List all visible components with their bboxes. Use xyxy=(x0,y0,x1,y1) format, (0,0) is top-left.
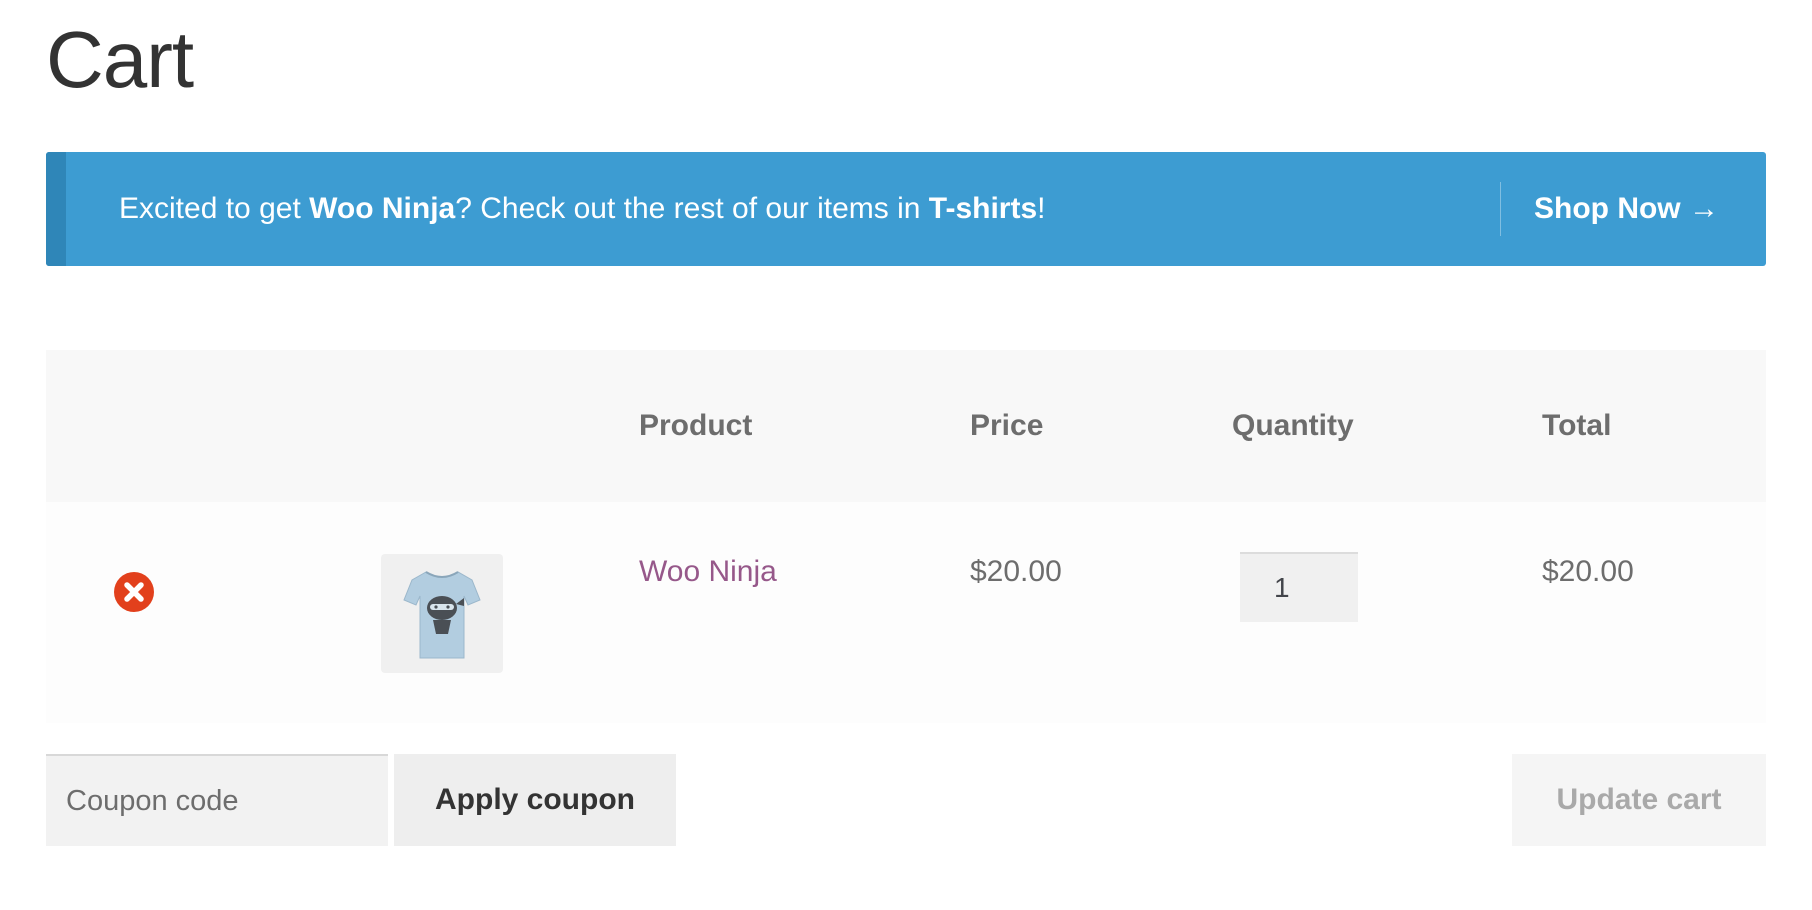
tshirt-image xyxy=(403,571,481,659)
cart-table-header: Product Price Quantity Total xyxy=(46,350,1766,502)
header-total: Total xyxy=(1542,409,1612,442)
remove-x-icon xyxy=(124,582,144,602)
notice-text-middle: ? Check out the rest of our items in xyxy=(455,192,929,225)
cart-item-row: Woo Ninja $20.00 $20.00 xyxy=(46,502,1766,723)
quantity-input[interactable] xyxy=(1240,552,1358,622)
header-product: Product xyxy=(639,409,753,442)
notice-divider xyxy=(1500,182,1501,236)
coupon-code-input[interactable] xyxy=(46,754,388,846)
product-name-link[interactable]: Woo Ninja xyxy=(639,555,777,588)
cart-table: Product Price Quantity Total Woo Ninja $… xyxy=(46,350,1766,723)
notice-text-after: ! xyxy=(1037,192,1046,225)
shop-now-link[interactable]: Shop Now → xyxy=(1534,152,1719,266)
product-subtotal: $20.00 xyxy=(1542,555,1634,588)
header-quantity: Quantity xyxy=(1232,409,1354,442)
notice-product-name: Woo Ninja xyxy=(309,192,456,225)
remove-item-button[interactable] xyxy=(114,572,154,612)
page-title: Cart xyxy=(46,15,194,104)
notice-message: Excited to get Woo Ninja? Check out the … xyxy=(119,152,1045,266)
notice-text-before: Excited to get xyxy=(119,192,310,225)
apply-coupon-button[interactable]: Apply coupon xyxy=(394,754,676,846)
product-thumbnail[interactable] xyxy=(381,554,503,673)
notice-category-name: T-shirts xyxy=(928,192,1038,225)
update-cart-button[interactable]: Update cart xyxy=(1512,754,1766,846)
shop-notice-banner: Excited to get Woo Ninja? Check out the … xyxy=(46,152,1766,266)
product-price: $20.00 xyxy=(970,555,1062,588)
notice-stripe xyxy=(46,152,66,266)
header-price: Price xyxy=(970,409,1044,442)
product-name-cell: Woo Ninja xyxy=(639,552,777,592)
